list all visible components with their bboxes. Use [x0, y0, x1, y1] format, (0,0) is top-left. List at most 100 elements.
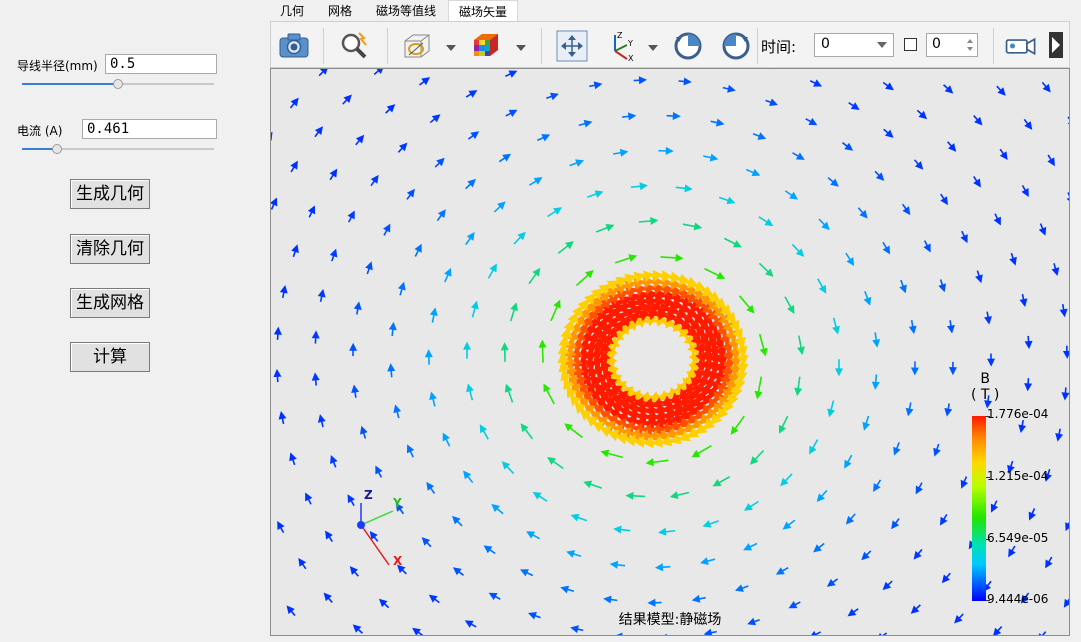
video-camera-icon[interactable]	[1004, 29, 1044, 63]
compute-button[interactable]: 计算	[70, 342, 150, 372]
generate-mesh-button[interactable]: 生成网格	[70, 288, 150, 318]
field-vector-arrow	[587, 190, 604, 198]
field-vector-arrow	[342, 94, 352, 105]
field-vector-arrow	[723, 237, 742, 248]
field-vector-arrow	[811, 630, 822, 635]
box-view-icon[interactable]	[399, 29, 433, 63]
tab-field-vector[interactable]: 磁场矢量	[448, 0, 518, 21]
field-vector-arrow	[780, 473, 793, 487]
field-vector-arrow	[1041, 81, 1051, 93]
current-input[interactable]: 0.461	[82, 119, 217, 139]
field-vector-arrow	[765, 98, 778, 106]
field-vector-arrow	[536, 134, 551, 142]
field-vector-arrow	[1051, 263, 1060, 277]
3d-viewport[interactable]: Z Y X B ( T ) 1.776e-04 1.215e-04 6.549e-0…	[270, 68, 1070, 636]
rotate-cw-icon[interactable]	[671, 29, 705, 63]
field-vector-arrow	[429, 114, 441, 124]
field-vector-arrow	[487, 263, 497, 279]
clear-geometry-button[interactable]: 清除几何	[70, 234, 150, 264]
tab-mesh[interactable]: 网格	[318, 0, 362, 21]
field-vector-arrow	[630, 182, 648, 191]
tab-geometry[interactable]: 几何	[270, 0, 314, 21]
field-vector-arrow	[669, 491, 690, 500]
field-vector-arrow	[271, 197, 278, 210]
field-vector-arrow	[718, 196, 736, 205]
field-vector-arrow	[893, 442, 901, 456]
field-vector-arrow	[406, 444, 415, 458]
current-slider[interactable]	[22, 143, 214, 155]
axis-label-z: Z	[364, 488, 373, 502]
step-spinbox[interactable]: 0	[926, 33, 978, 57]
field-vector-arrow	[547, 207, 563, 218]
spin-up-icon[interactable]	[967, 39, 973, 43]
field-vector-arrow	[1038, 631, 1047, 635]
step-checkbox[interactable]	[904, 38, 917, 51]
field-vector-arrow	[675, 184, 693, 193]
field-vector-arrow	[359, 425, 368, 439]
field-vector-arrow	[505, 109, 518, 118]
field-vector-arrow	[738, 295, 755, 314]
field-vector-arrow	[703, 153, 719, 162]
field-vector-arrow	[347, 494, 355, 507]
field-vector-arrow	[752, 132, 767, 140]
right-scroll-strip	[1070, 21, 1081, 642]
radius-slider-thumb[interactable]	[113, 79, 123, 89]
field-vector-arrow	[429, 307, 438, 323]
color-cube-icon[interactable]	[469, 29, 503, 63]
field-vector-arrow	[470, 300, 479, 318]
axes-icon[interactable]: ZYX	[605, 29, 639, 63]
spin-down-icon[interactable]	[967, 47, 973, 51]
pan-icon[interactable]	[555, 29, 589, 63]
zoom-fit-icon[interactable]	[337, 29, 371, 63]
color-cube-dropdown-icon[interactable]	[516, 41, 526, 51]
current-slider-thumb[interactable]	[52, 144, 62, 154]
radius-slider[interactable]	[22, 78, 214, 90]
field-vector-arrow	[817, 278, 827, 294]
field-vector-arrow	[704, 267, 726, 279]
field-vector-arrow	[758, 216, 774, 227]
field-vector-arrow	[291, 244, 299, 258]
field-vector-arrow	[691, 594, 706, 603]
step-spinbox-value: 0	[932, 36, 941, 52]
field-vector-arrow	[1062, 345, 1069, 359]
field-vector-arrow	[944, 403, 953, 417]
toolbar-overflow-icon[interactable]	[1049, 32, 1063, 58]
field-vector-arrow	[848, 102, 860, 110]
field-vector-arrow	[1019, 293, 1028, 307]
field-vector-arrow	[682, 222, 703, 231]
radius-input[interactable]: 0.5	[105, 54, 217, 74]
field-vector-arrow	[638, 216, 659, 225]
field-vector-arrow	[758, 262, 774, 277]
generate-geometry-button[interactable]: 生成几何	[70, 179, 150, 209]
chevron-down-icon	[877, 42, 887, 48]
time-label: 时间:	[761, 38, 797, 56]
field-vector-arrow	[500, 342, 509, 362]
time-select-value: 0	[821, 36, 830, 52]
field-vector-arrow	[861, 550, 872, 561]
field-vector-arrow	[418, 77, 431, 86]
box-view-dropdown-icon[interactable]	[446, 41, 456, 51]
field-vector-arrow	[891, 518, 900, 530]
field-vector-arrow	[543, 383, 555, 405]
field-vector-arrow	[908, 320, 917, 335]
field-vector-arrow	[913, 548, 923, 560]
axes-dropdown-icon[interactable]	[648, 41, 658, 51]
field-vector-arrow	[330, 455, 338, 468]
field-vector-arrow	[805, 117, 818, 126]
rotate-ccw-icon[interactable]	[719, 29, 753, 63]
field-vector-arrow	[613, 525, 631, 534]
tab-bar: 几何 网格 磁场等值线 磁场矢量	[270, 0, 1081, 21]
field-vector-arrow	[388, 321, 397, 337]
field-vector-arrow	[938, 279, 947, 293]
field-vector-arrow	[378, 598, 390, 609]
field-vector-arrow	[1018, 419, 1027, 434]
field-vector-arrow	[493, 201, 506, 213]
field-vector-arrow	[434, 157, 445, 168]
field-vector-arrow	[289, 452, 297, 466]
tab-field-contour[interactable]: 磁场等值线	[368, 0, 444, 21]
camera-icon[interactable]	[277, 29, 311, 63]
field-vector-arrow	[1028, 508, 1037, 521]
field-vector-arrow	[754, 376, 763, 400]
field-vector-arrow	[990, 500, 999, 513]
time-select[interactable]: 0	[814, 33, 894, 57]
